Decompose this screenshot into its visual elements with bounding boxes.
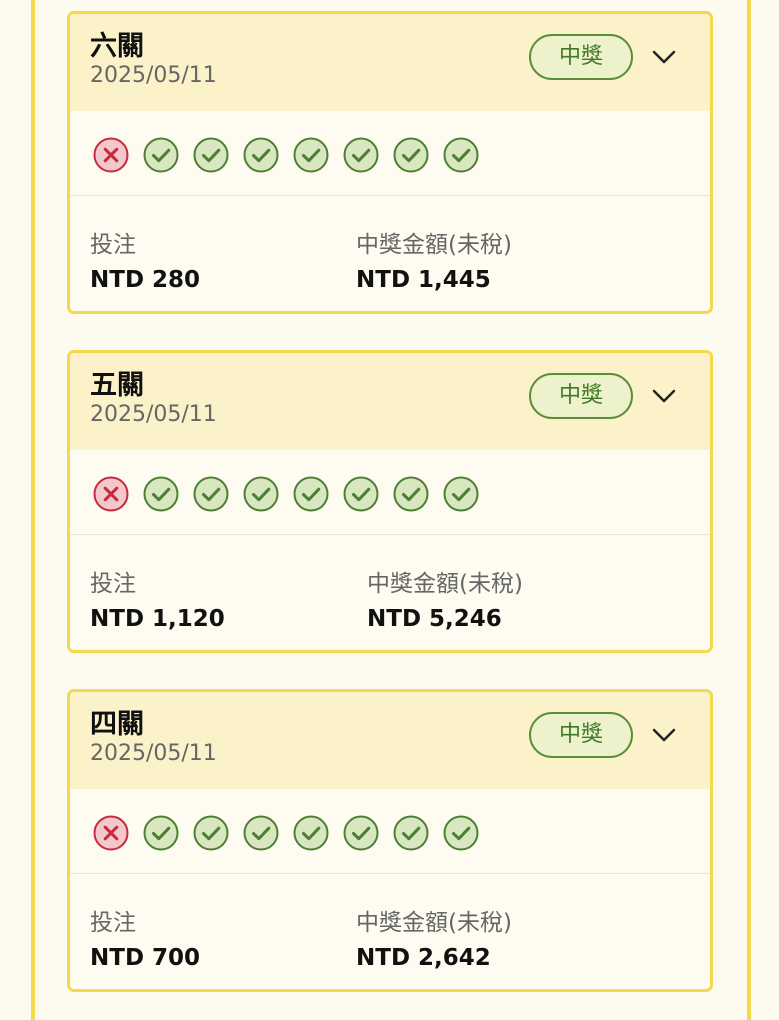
leg-results-row — [70, 789, 710, 874]
bet-card[interactable]: 五關 2025/05/11 中獎投注 NTD 1,120 中獎金額(未稅) NTD 5,2… — [67, 350, 713, 653]
win-status-badge: 中獎 — [529, 34, 633, 80]
check-circle-icon — [243, 137, 279, 173]
check-circle-icon — [143, 815, 179, 851]
check-circle-icon — [243, 476, 279, 512]
bet-type-title: 五關 — [90, 370, 144, 401]
stake-amount: NTD 1,120 — [90, 606, 225, 632]
check-circle-icon — [443, 476, 479, 512]
chevron-down-icon[interactable] — [650, 721, 678, 749]
check-circle-icon — [193, 137, 229, 173]
bet-date: 2025/05/11 — [90, 63, 217, 88]
payout-label: 中獎金額(未稅) — [367, 571, 523, 597]
leg-results-row — [70, 111, 710, 196]
payout-label: 中獎金額(未稅) — [356, 232, 512, 258]
win-status-badge: 中獎 — [529, 373, 633, 419]
check-circle-icon — [293, 815, 329, 851]
check-circle-icon — [393, 476, 429, 512]
x-circle-icon — [93, 137, 129, 173]
bet-summary: 投注 NTD 280 中獎金額(未稅) NTD 1,445 — [70, 196, 710, 311]
payout-amount: NTD 5,246 — [367, 606, 502, 632]
stake-label: 投注 — [90, 232, 136, 258]
check-circle-icon — [393, 815, 429, 851]
check-circle-icon — [143, 476, 179, 512]
check-circle-icon — [343, 137, 379, 173]
check-circle-icon — [343, 815, 379, 851]
bet-card-header[interactable]: 五關 2025/05/11 中獎 — [70, 353, 710, 450]
bet-summary: 投注 NTD 700 中獎金額(未稅) NTD 2,642 — [70, 874, 710, 989]
check-circle-icon — [143, 137, 179, 173]
stake-label: 投注 — [90, 571, 136, 597]
bet-date: 2025/05/11 — [90, 402, 217, 427]
chevron-down-icon[interactable] — [650, 382, 678, 410]
check-circle-icon — [243, 815, 279, 851]
bet-summary: 投注 NTD 1,120 中獎金額(未稅) NTD 5,246 — [70, 535, 710, 650]
leg-results-row — [70, 450, 710, 535]
bet-card[interactable]: 四關 2025/05/11 中獎投注 NTD 700 中獎金額(未稅) NTD 2,642 — [67, 689, 713, 992]
check-circle-icon — [293, 476, 329, 512]
check-circle-icon — [343, 476, 379, 512]
x-circle-icon — [93, 476, 129, 512]
stake-amount: NTD 700 — [90, 945, 201, 971]
check-circle-icon — [193, 815, 229, 851]
stake-label: 投注 — [90, 910, 136, 936]
x-circle-icon — [93, 815, 129, 851]
check-circle-icon — [193, 476, 229, 512]
payout-amount: NTD 1,445 — [356, 267, 491, 293]
check-circle-icon — [443, 815, 479, 851]
stake-amount: NTD 280 — [90, 267, 201, 293]
check-circle-icon — [293, 137, 329, 173]
payout-label: 中獎金額(未稅) — [356, 910, 512, 936]
payout-amount: NTD 2,642 — [356, 945, 491, 971]
chevron-down-icon[interactable] — [650, 43, 678, 71]
bet-type-title: 四關 — [90, 709, 144, 740]
check-circle-icon — [393, 137, 429, 173]
bet-card-header[interactable]: 六關 2025/05/11 中獎 — [70, 14, 710, 111]
bet-card[interactable]: 六關 2025/05/11 中獎投注 NTD 280 中獎金額(未稅) NTD 1,445 — [67, 11, 713, 314]
win-status-badge: 中獎 — [529, 712, 633, 758]
check-circle-icon — [443, 137, 479, 173]
bet-date: 2025/05/11 — [90, 741, 217, 766]
bet-card-header[interactable]: 四關 2025/05/11 中獎 — [70, 692, 710, 789]
bet-type-title: 六關 — [90, 31, 144, 62]
